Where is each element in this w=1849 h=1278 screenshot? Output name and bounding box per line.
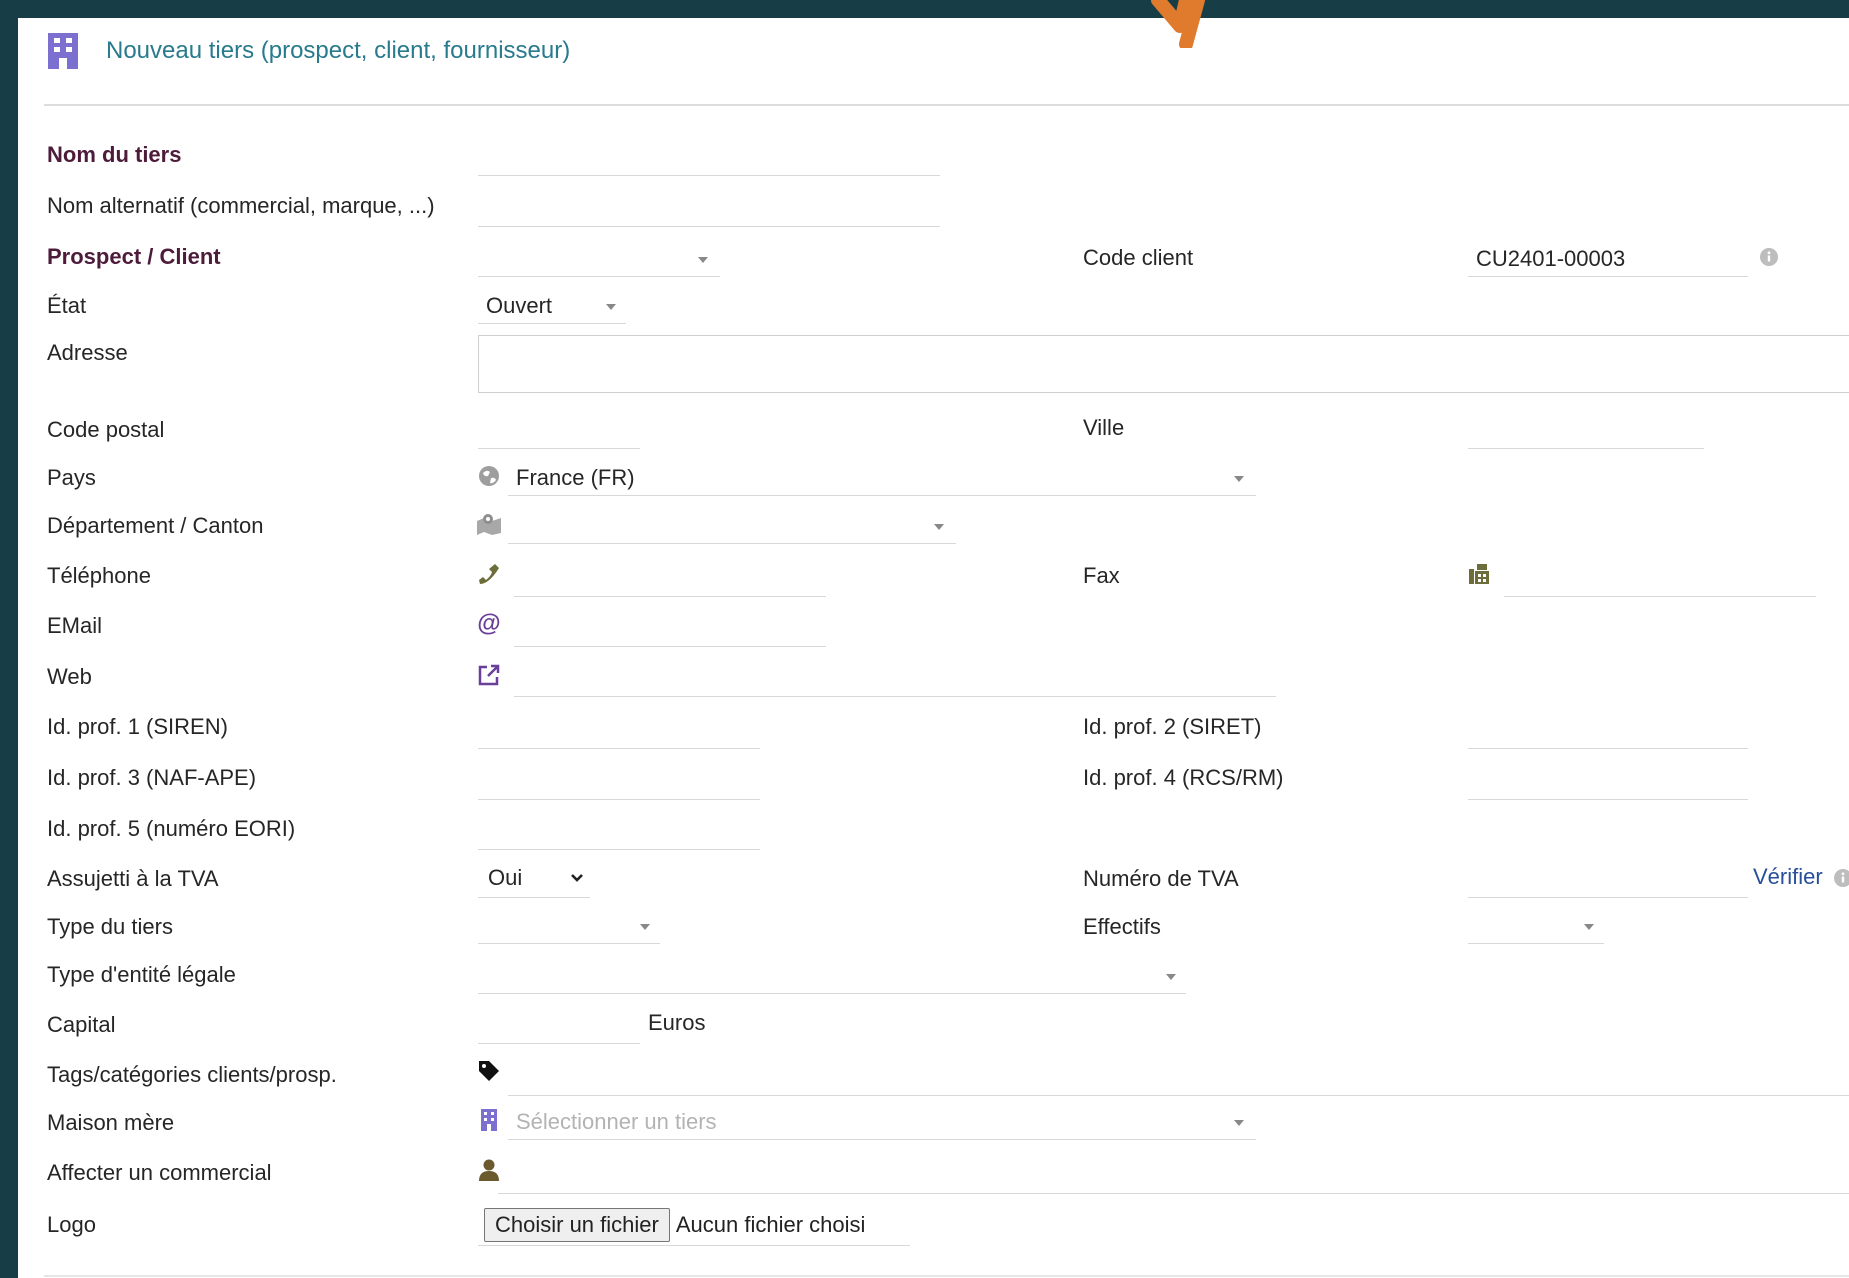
file-status: Aucun fichier choisi <box>675 1212 866 1237</box>
label-idprof1: Id. prof. 1 (SIREN) <box>47 714 228 739</box>
label-idprof5: Id. prof. 5 (numéro EORI) <box>47 816 296 841</box>
chevron-down-icon <box>571 874 583 882</box>
tags-input[interactable] <box>508 1062 1849 1096</box>
globe-icon <box>476 463 502 489</box>
label-effectifs: Effectifs <box>1083 914 1161 939</box>
assujetti-tva-select[interactable]: Oui <box>478 862 590 898</box>
ville-input[interactable] <box>1468 415 1704 449</box>
commercial-input[interactable] <box>498 1160 1849 1194</box>
header-divider <box>44 104 1849 106</box>
nom-du-tiers-input[interactable] <box>478 142 940 176</box>
label-maison-mere: Maison mère <box>47 1110 175 1135</box>
chevron-down-icon <box>934 524 944 530</box>
label-idprof3: Id. prof. 3 (NAF-APE) <box>47 765 257 790</box>
chevron-down-icon <box>1234 1120 1244 1126</box>
assujetti-tva-value: Oui <box>488 865 523 890</box>
idprof2-input[interactable] <box>1468 715 1748 749</box>
label-code-postal: Code postal <box>47 417 165 442</box>
idprof5-input[interactable] <box>478 816 760 850</box>
chevron-down-icon <box>1234 476 1244 482</box>
pays-value: France (FR) <box>516 465 635 490</box>
window-frame-top <box>0 0 1849 18</box>
label-prospect-client: Prospect / Client <box>47 244 221 269</box>
maison-mere-select[interactable]: Sélectionner un tiers <box>508 1106 1256 1140</box>
label-etat: État <box>47 293 87 318</box>
capital-input[interactable] <box>478 1010 640 1044</box>
label-idprof2: Id. prof. 2 (SIRET) <box>1083 714 1262 739</box>
form-bottom-divider <box>44 1275 1849 1277</box>
departement-select[interactable] <box>508 510 956 544</box>
effectifs-select[interactable] <box>1468 910 1604 944</box>
capital-unit: Euros <box>648 1010 706 1035</box>
label-tags: Tags/catégories clients/prosp. <box>47 1062 337 1087</box>
maison-mere-placeholder: Sélectionner un tiers <box>516 1109 717 1134</box>
building-icon <box>48 33 78 69</box>
logo-file-input[interactable]: Choisir un fichier Aucun fichier choisi <box>484 1205 865 1245</box>
label-commercial: Affecter un commercial <box>47 1160 272 1185</box>
map-icon <box>476 511 502 537</box>
idprof1-input[interactable] <box>478 715 760 749</box>
label-departement: Département / Canton <box>47 513 264 538</box>
info-icon[interactable] <box>1833 868 1849 888</box>
logo-underline <box>478 1245 910 1246</box>
pays-select[interactable]: France (FR) <box>508 462 1256 496</box>
fax-input[interactable] <box>1504 563 1816 597</box>
label-type-entite: Type d'entité légale <box>47 962 236 987</box>
page-title: Nouveau tiers (prospect, client, fournis… <box>106 37 571 64</box>
numero-tva-input[interactable] <box>1468 864 1748 898</box>
code-client-input[interactable]: CU2401-00003 <box>1468 243 1748 277</box>
telephone-input[interactable] <box>514 563 826 597</box>
label-web: Web <box>47 664 92 689</box>
label-pays: Pays <box>47 465 96 490</box>
choose-file-button[interactable]: Choisir un fichier <box>484 1208 670 1242</box>
phone-icon <box>476 561 502 587</box>
etat-select[interactable]: Ouvert <box>478 290 626 324</box>
adresse-textarea[interactable] <box>478 335 1849 393</box>
label-numero-tva: Numéro de TVA <box>1083 866 1239 891</box>
chevron-down-icon <box>1166 974 1176 980</box>
page-header: Nouveau tiers (prospect, client, fournis… <box>46 28 570 74</box>
chevron-down-icon <box>1584 924 1594 930</box>
info-icon[interactable] <box>1759 247 1779 267</box>
label-idprof4: Id. prof. 4 (RCS/RM) <box>1083 765 1284 790</box>
chevron-down-icon <box>698 257 708 263</box>
etat-value: Ouvert <box>486 293 553 318</box>
external-link-icon <box>476 662 502 688</box>
label-capital: Capital <box>47 1012 116 1037</box>
label-email: EMail <box>47 613 103 638</box>
label-code-client: Code client <box>1083 245 1194 270</box>
nom-alternatif-input[interactable] <box>478 193 940 227</box>
label-telephone: Téléphone <box>47 563 151 588</box>
web-input[interactable] <box>514 663 1276 697</box>
type-entite-select[interactable] <box>478 960 1186 994</box>
label-nom-du-tiers: Nom du tiers <box>47 142 182 167</box>
at-sign-icon: @ <box>477 610 501 637</box>
label-nom-alternatif: Nom alternatif (commercial, marque, ...) <box>47 193 435 218</box>
email-input[interactable] <box>514 613 826 647</box>
label-ville: Ville <box>1083 415 1125 440</box>
label-adresse: Adresse <box>47 340 128 365</box>
prospect-client-select[interactable] <box>478 243 720 277</box>
label-assujetti-tva: Assujetti à la TVA <box>47 866 219 891</box>
window-frame-left <box>0 0 18 1278</box>
type-tiers-select[interactable] <box>478 910 660 944</box>
chevron-down-icon <box>606 304 616 310</box>
tag-icon <box>476 1058 502 1084</box>
label-fax: Fax <box>1083 563 1120 588</box>
chevron-down-icon <box>640 924 650 930</box>
label-logo: Logo <box>47 1212 96 1237</box>
building-icon <box>476 1107 502 1133</box>
annotation-arrow-icon <box>1151 0 1205 48</box>
fax-icon <box>1466 561 1492 587</box>
code-postal-input[interactable] <box>478 415 640 449</box>
label-type-tiers: Type du tiers <box>47 914 173 939</box>
idprof4-input[interactable] <box>1468 766 1748 800</box>
idprof3-input[interactable] <box>478 766 760 800</box>
verifier-link[interactable]: Vérifier <box>1753 864 1823 890</box>
